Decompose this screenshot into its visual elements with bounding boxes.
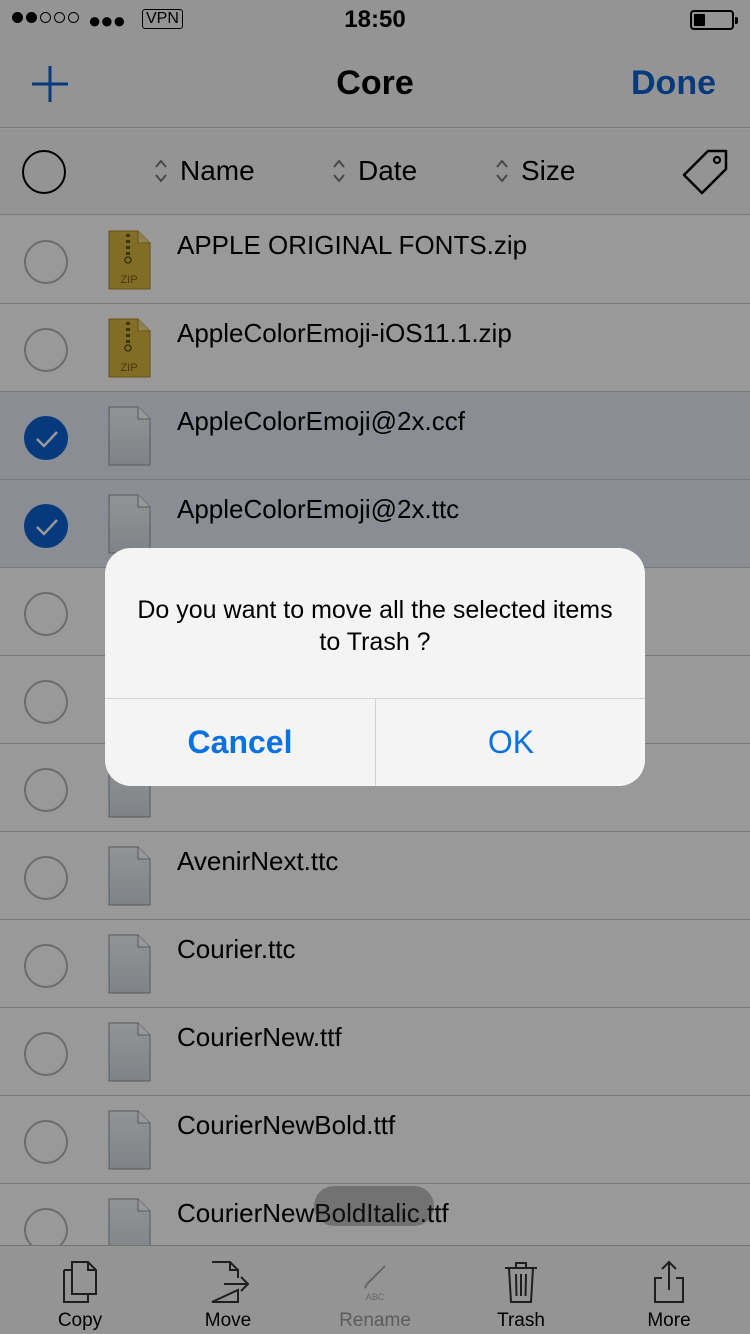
- alert-message: Do you want to move all the selected ite…: [137, 596, 613, 656]
- ok-button[interactable]: OK: [376, 699, 645, 786]
- confirm-trash-dialog: Do you want to move all the selected ite…: [105, 548, 645, 786]
- cancel-button[interactable]: Cancel: [105, 699, 375, 786]
